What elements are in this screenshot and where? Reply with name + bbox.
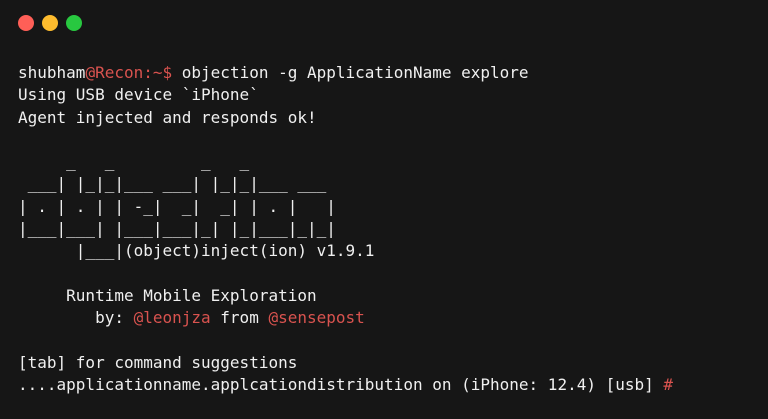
banner-line: |___|___| |___|___|_| |_|___|_|_|	[18, 219, 336, 239]
title-bar	[0, 0, 768, 46]
close-window-button[interactable]	[18, 15, 34, 31]
repl-prompt-symbol: #	[663, 375, 674, 395]
maximize-window-button[interactable]	[66, 15, 82, 31]
terminal-window: shubham@Recon:~$ objection -g Applicatio…	[0, 0, 768, 419]
repl-prompt-line: ....applicationname.applcationdistributi…	[18, 374, 673, 396]
repl-context: ....applicationname.applcationdistributi…	[18, 375, 664, 395]
banner-line: ___| |_|_|___ ___| |_|_|___ ___	[18, 174, 327, 194]
credits-middle: from	[210, 308, 269, 328]
hint-line: [tab] for command suggestions	[18, 352, 298, 372]
terminal-output[interactable]: shubham@Recon:~$ objection -g Applicatio…	[18, 62, 673, 396]
banner-version-line: |___|(object)inject(ion) v1.9.1	[18, 241, 375, 261]
credits-line: by: @leonjza from @sensepost	[18, 307, 673, 329]
author-leonjza: @leonjza	[133, 308, 211, 328]
prompt-host: @Recon:~$	[85, 63, 173, 82]
output-line: Using USB device `iPhone`	[18, 85, 259, 105]
banner-line: | . | . | | -_| _| _| | . | |	[18, 196, 336, 216]
banner-line: _ _ _ _	[18, 152, 250, 172]
minimize-window-button[interactable]	[42, 15, 58, 31]
tagline: Runtime Mobile Exploration	[18, 285, 317, 305]
prompt-user: shubham	[18, 63, 86, 82]
author-sensepost: @sensepost	[268, 308, 365, 328]
command-line: shubham@Recon:~$ objection -g Applicatio…	[18, 62, 673, 84]
credits-prefix: by:	[18, 308, 134, 328]
output-line: Agent injected and responds ok!	[18, 107, 317, 127]
command-text: objection -g ApplicationName explore	[172, 63, 529, 82]
